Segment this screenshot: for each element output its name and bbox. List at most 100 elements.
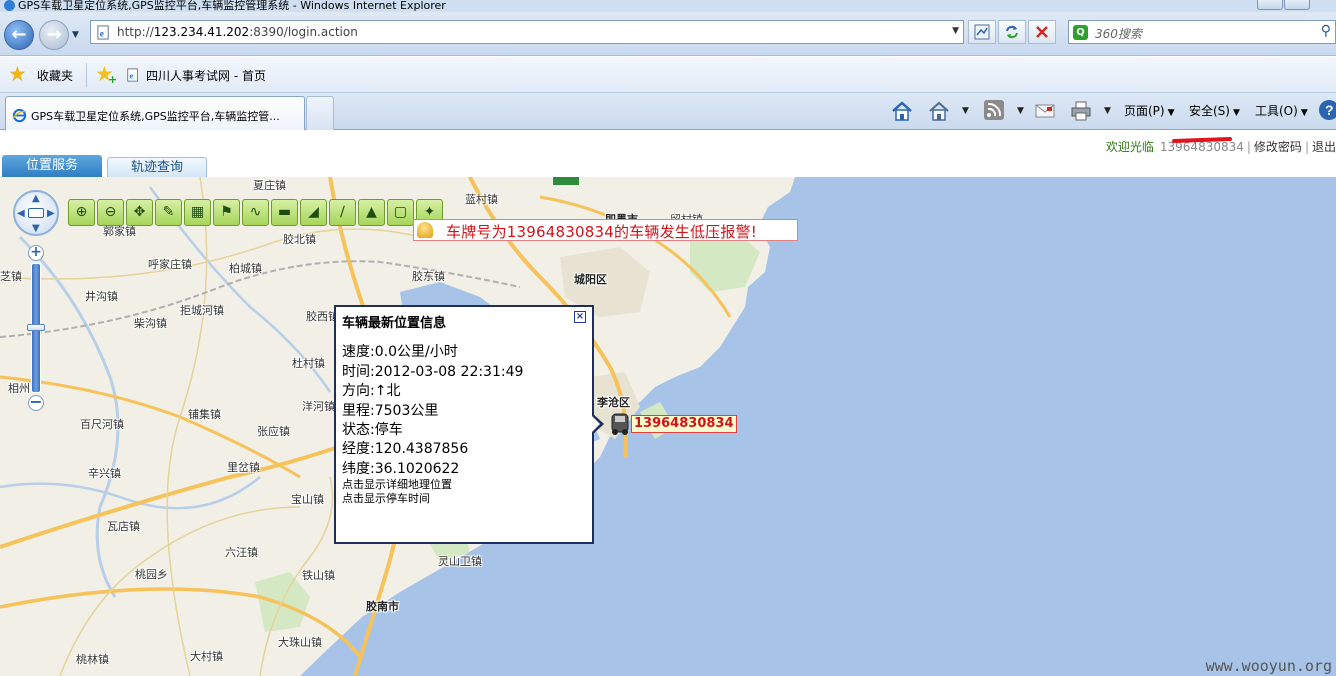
region-tool[interactable]: ▦ xyxy=(184,199,211,226)
url-text: http://123.234.41.202:8390/login.action xyxy=(117,25,358,39)
zoom-in-tool[interactable]: ⊕ xyxy=(68,199,95,226)
mail-icon xyxy=(1035,104,1055,118)
marker-tool[interactable]: ⚑ xyxy=(213,199,240,226)
favorite-link[interactable]: 四川人事考试网 - 首页 xyxy=(146,67,266,84)
tools-menu[interactable]: 工具(O) ▼ xyxy=(1255,99,1308,123)
address-bar[interactable]: e http://123.234.41.202:8390/login.actio… xyxy=(90,20,964,44)
popup-title: 车辆最新位置信息 xyxy=(342,316,447,331)
help-button[interactable]: ? xyxy=(1317,99,1336,123)
feeds-button[interactable] xyxy=(982,99,1006,123)
home-secondary-button[interactable] xyxy=(927,99,951,123)
polygon-tool[interactable]: ◢ xyxy=(300,199,327,226)
pan-up-icon[interactable]: ▲ xyxy=(32,193,40,204)
full-extent-tool[interactable]: ▢ xyxy=(387,199,414,226)
ruler-icon: ✎ xyxy=(162,204,175,220)
change-password-link[interactable]: 修改密码 xyxy=(1254,140,1302,154)
tab-position-service[interactable]: 位置服务 xyxy=(2,155,102,177)
rectangle-icon: ▬ xyxy=(277,204,292,220)
history-dropdown-icon[interactable]: ▼ xyxy=(72,30,79,40)
favorites-button[interactable]: 收藏夹 xyxy=(37,67,73,84)
header-divider: | xyxy=(1304,140,1309,154)
place-label: 辛兴镇 xyxy=(88,467,121,480)
full-extent-icon: ▢ xyxy=(393,204,408,220)
place-label: 柴沟镇 xyxy=(134,317,167,330)
favorites-divider xyxy=(86,63,87,87)
minimize-button[interactable] xyxy=(1257,0,1283,10)
home-button[interactable] xyxy=(890,99,914,123)
place-label: 杜村镇 xyxy=(292,357,325,370)
home-icon xyxy=(892,101,912,121)
rectangle-tool[interactable]: ▬ xyxy=(271,199,298,226)
search-icon[interactable]: ⚲ xyxy=(1321,23,1331,39)
address-dropdown-icon[interactable]: ▼ xyxy=(952,26,959,36)
zoom-out-icon: ⊖ xyxy=(104,204,117,220)
home-dropdown-icon[interactable]: ▼ xyxy=(962,106,969,116)
new-tab-button[interactable] xyxy=(306,96,334,130)
info-row-longitude: 经度:120.4387856 xyxy=(342,441,469,457)
close-icon[interactable]: × xyxy=(574,311,586,323)
mail-button[interactable] xyxy=(1033,99,1057,123)
pan-tool[interactable]: ✥ xyxy=(126,199,153,226)
pan-center-icon[interactable] xyxy=(28,208,44,218)
pan-down-icon[interactable]: ▼ xyxy=(32,223,40,234)
window-title: GPS车载卫星定位系统,GPS监控平台,车辆监控管理系统 - Windows I… xyxy=(18,0,446,12)
stop-button[interactable] xyxy=(1028,20,1056,44)
tab-track-query[interactable]: 轨迹查询 xyxy=(107,157,207,177)
info-row-time: 时间:2012-03-08 22:31:49 xyxy=(342,364,524,380)
window-title-bar: GPS车载卫星定位系统,GPS监控平台,车辆监控管理系统 - Windows I… xyxy=(0,0,1336,12)
satellite-icon: ✦ xyxy=(423,204,436,220)
print-button[interactable] xyxy=(1069,99,1093,123)
place-label: 胶东镇 xyxy=(412,270,445,283)
vehicle-marker-icon[interactable] xyxy=(609,410,631,436)
print-map-icon: ▲ xyxy=(366,204,377,220)
maximize-button[interactable] xyxy=(1284,0,1310,10)
logout-link[interactable]: 退出 xyxy=(1312,140,1336,154)
info-row-mileage: 里程:7503公里 xyxy=(342,403,439,419)
move-icon: ✥ xyxy=(133,204,146,220)
info-row-latitude: 纬度:36.1020622 xyxy=(342,461,460,477)
back-button[interactable]: ← xyxy=(4,20,34,50)
page-icon: e xyxy=(127,68,138,82)
map-pan-control[interactable]: ▲ ▼ ◀ ▶ xyxy=(13,190,59,236)
print-map-tool[interactable]: ▲ xyxy=(358,199,385,226)
compatibility-icon xyxy=(974,24,990,40)
info-row-direction: 方向:↑北 xyxy=(342,383,401,399)
measure-tool[interactable]: ✎ xyxy=(155,199,182,226)
zoom-out-tool[interactable]: ⊖ xyxy=(97,199,124,226)
place-label: 大村镇 xyxy=(190,650,223,663)
alarm-bell-icon xyxy=(417,222,433,238)
watermark: www.wooyun.org xyxy=(1205,657,1332,675)
forward-button[interactable]: → xyxy=(39,20,69,50)
place-label: 大珠山镇 xyxy=(278,636,322,649)
stop-icon xyxy=(1036,26,1048,38)
pan-left-icon[interactable]: ◀ xyxy=(17,208,25,219)
zoom-slider-thumb[interactable] xyxy=(27,324,45,331)
place-label: 桃园乡 xyxy=(135,568,168,581)
polyline-tool[interactable]: ∿ xyxy=(242,199,269,226)
show-parking-time-link[interactable]: 点击显示停车时间 xyxy=(342,490,430,506)
print-dropdown-icon[interactable]: ▼ xyxy=(1104,106,1111,116)
zoom-out-button[interactable]: − xyxy=(28,394,44,411)
clear-tool[interactable]: ∕ xyxy=(329,199,356,226)
favorites-star-icon[interactable]: ★ xyxy=(8,63,27,85)
compatibility-view-button[interactable] xyxy=(968,20,996,44)
browser-tab[interactable]: GPS车载卫星定位系统,GPS监控平台,车辆监控管... xyxy=(5,96,305,130)
place-label: 桃林镇 xyxy=(76,653,109,666)
svg-text:e: e xyxy=(130,71,134,81)
select-area-icon: ▦ xyxy=(190,204,205,220)
vehicle-plate-label[interactable]: 13964830834 xyxy=(631,415,737,433)
refresh-button[interactable] xyxy=(998,20,1026,44)
page-menu[interactable]: 页面(P) ▼ xyxy=(1124,99,1175,123)
search-box[interactable]: Q 360搜索 ⚲ xyxy=(1068,20,1336,44)
info-row-status: 状态:停车 xyxy=(342,422,403,438)
page-icon: e xyxy=(97,25,109,40)
safety-menu[interactable]: 安全(S) ▼ xyxy=(1189,99,1240,123)
place-label: 灵山卫镇 xyxy=(438,555,482,568)
zoom-in-button[interactable]: + xyxy=(28,245,44,261)
pan-right-icon[interactable]: ▶ xyxy=(47,208,55,219)
feeds-dropdown-icon[interactable]: ▼ xyxy=(1017,106,1024,116)
place-label: 柏城镇 xyxy=(229,262,262,275)
chevron-down-icon: ▼ xyxy=(1232,108,1240,118)
vehicle-info-popup: 车辆最新位置信息 × 速度:0.0公里/小时 时间:2012-03-08 22:… xyxy=(334,305,594,544)
place-label: 城阳区 xyxy=(574,273,607,286)
